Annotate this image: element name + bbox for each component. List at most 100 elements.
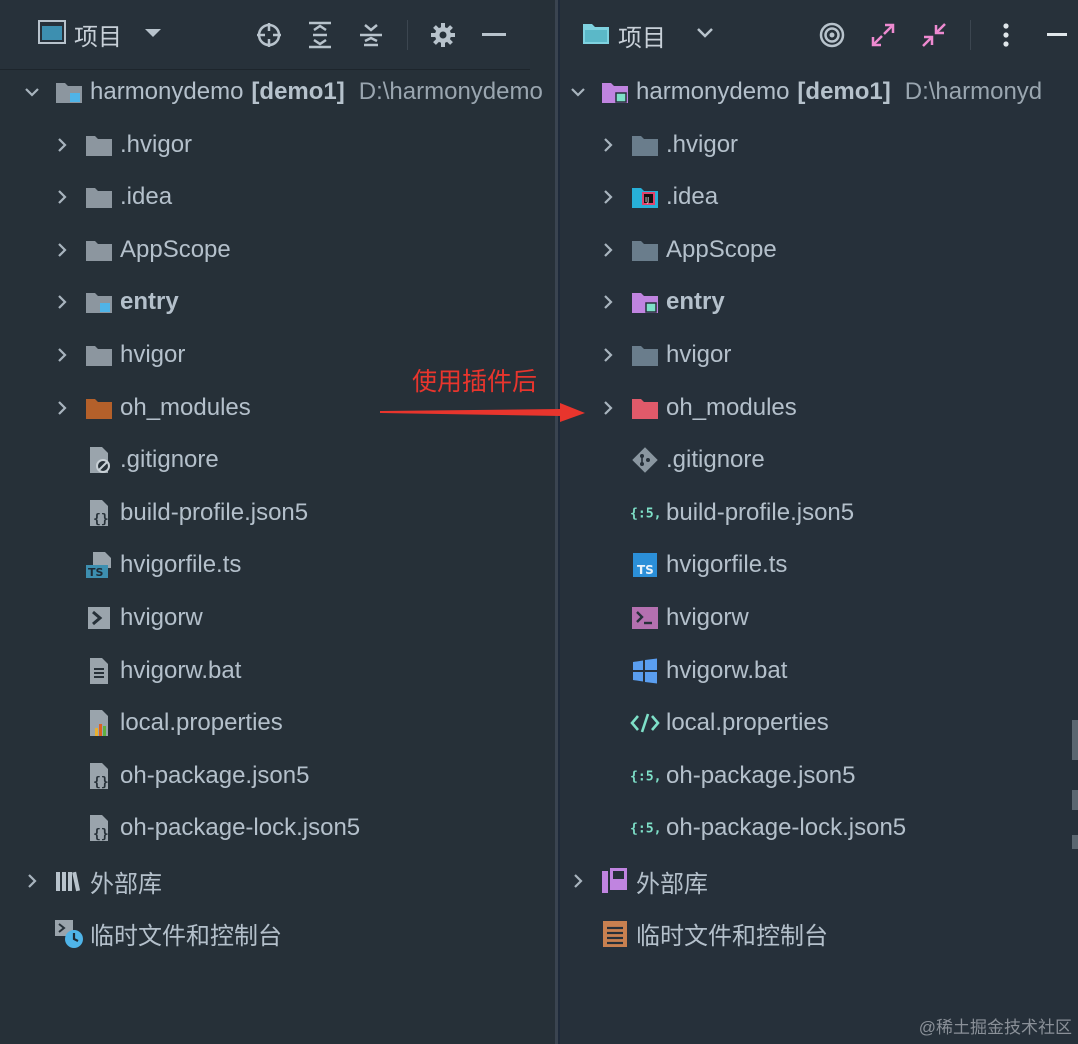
ts-file-icon: TS — [84, 550, 114, 580]
tree-item-local-properties[interactable]: local.properties — [596, 697, 829, 749]
tree-item-hvigor[interactable]: .hvigor — [50, 119, 192, 171]
tree-item-idea[interactable]: IJ .idea — [596, 171, 718, 223]
tree-item-external-libraries[interactable]: 外部库 — [20, 855, 162, 907]
watermark: @稀土掘金技术社区 — [918, 1018, 1072, 1037]
item-label: .gitignore — [666, 446, 765, 474]
chevron-right-icon[interactable] — [50, 396, 74, 420]
item-label: oh_modules — [120, 393, 251, 421]
dropdown-caret-icon[interactable] — [144, 26, 162, 44]
item-label: .hvigor — [120, 130, 193, 158]
project-view-icon — [38, 20, 66, 49]
tree-item-hvigorw-bat[interactable]: hvigorw.bat — [50, 645, 241, 697]
scratches-icon — [54, 919, 84, 949]
folder-icon — [630, 130, 660, 160]
tree-item-oh-package-json5[interactable]: {:5,} oh-package.json5 — [596, 750, 855, 802]
collapse-all-icon[interactable] — [356, 20, 386, 50]
item-label: hvigorw — [120, 604, 203, 631]
chevron-right-icon[interactable] — [596, 290, 620, 314]
edge-fragment — [1072, 835, 1078, 849]
chevron-right-icon[interactable] — [596, 133, 620, 157]
chevron-right-icon[interactable] — [596, 396, 620, 420]
chevron-right-icon[interactable] — [50, 238, 74, 262]
tree-item-hvigor[interactable]: hvigor — [596, 329, 731, 381]
expand-icon[interactable] — [868, 20, 898, 50]
item-label: AppScope — [666, 235, 777, 263]
item-label: .idea — [120, 183, 173, 211]
settings-icon[interactable] — [428, 20, 458, 50]
minimize-icon[interactable] — [1042, 20, 1072, 50]
item-label: hvigorw.bat — [120, 656, 242, 684]
chevron-right-icon[interactable] — [566, 869, 590, 893]
chevron-right-icon[interactable] — [50, 343, 74, 367]
svg-text:{:5,}: {:5,} — [630, 769, 660, 784]
item-label: .idea — [666, 183, 719, 211]
tree-item-build-profile-json5[interactable]: {} build-profile.json5 — [50, 487, 308, 539]
item-label: oh-package-lock.json5 — [666, 814, 907, 842]
left-toolbar-title[interactable]: 项目 — [74, 17, 122, 52]
tree-item-local-properties[interactable]: local.properties — [50, 697, 283, 749]
folder-icon — [84, 182, 114, 212]
chevron-right-icon[interactable] — [50, 133, 74, 157]
collapse-icon[interactable] — [919, 20, 949, 50]
windows-file-icon — [630, 656, 660, 686]
chevron-right-icon[interactable] — [596, 185, 620, 209]
excluded-folder-icon — [84, 393, 114, 423]
svg-text:{}: {} — [93, 827, 109, 842]
tree-item-oh-modules[interactable]: oh_modules — [596, 382, 797, 434]
tree-item-hvigorw-bat[interactable]: hvigorw.bat — [596, 645, 787, 697]
chevron-down-icon[interactable] — [696, 26, 714, 44]
tree-item-oh-package-json5[interactable]: {} oh-package.json5 — [50, 750, 309, 802]
chevron-down-icon[interactable] — [20, 80, 44, 104]
tree-item-gitignore[interactable]: .gitignore — [596, 434, 765, 486]
tree-item-hvigorw[interactable]: hvigorw — [50, 592, 203, 644]
chevron-right-icon[interactable] — [50, 185, 74, 209]
minimize-icon[interactable] — [479, 20, 509, 50]
tree-item-appscope[interactable]: AppScope — [596, 224, 777, 276]
right-project-panel: 项目 harmonydemo [demo1] D:\harmonyd .hvigor I… — [558, 0, 1078, 1044]
tree-item-hvigor[interactable]: hvigor — [50, 329, 185, 381]
chevron-right-icon[interactable] — [20, 869, 44, 893]
json5-file-icon: {:5,} — [630, 761, 660, 791]
tree-item-build-profile-json5[interactable]: {:5,} build-profile.json5 — [596, 487, 854, 539]
tree-item-scratches[interactable]: 临时文件和控制台 — [566, 908, 828, 960]
tree-item-external-libraries[interactable]: 外部库 — [566, 855, 708, 907]
tree-item-idea[interactable]: .idea — [50, 171, 172, 223]
excluded-folder-icon — [630, 393, 660, 423]
svg-text:{:5,}: {:5,} — [630, 822, 660, 837]
chevron-right-icon[interactable] — [50, 290, 74, 314]
locate-icon[interactable] — [254, 20, 284, 50]
tree-item-scratches[interactable]: 临时文件和控制台 — [20, 908, 282, 960]
item-label: hvigor — [666, 341, 732, 368]
item-label: harmonydemo — [90, 78, 244, 105]
item-label: hvigorfile.ts — [666, 551, 788, 579]
left-toolbar: 项目 — [0, 0, 530, 70]
tree-item-hvigor[interactable]: .hvigor — [596, 119, 738, 171]
expand-all-icon[interactable] — [305, 20, 335, 50]
item-label: 临时文件和控制台 — [90, 923, 282, 951]
right-toolbar-title[interactable]: 项目 — [618, 18, 666, 53]
chevron-down-icon[interactable] — [566, 80, 590, 104]
tree-item-hvigorw[interactable]: hvigorw — [596, 592, 749, 644]
tree-item-entry[interactable]: entry — [50, 276, 179, 328]
tree-item-appscope[interactable]: AppScope — [50, 224, 231, 276]
svg-text:TS: TS — [88, 566, 104, 579]
tree-root-harmonydemo[interactable]: harmonydemo [demo1] D:\harmonyd — [566, 66, 1042, 118]
tree-item-hvigorfile-ts[interactable]: TS hvigorfile.ts — [50, 539, 241, 591]
chevron-right-icon[interactable] — [596, 238, 620, 262]
tree-item-hvigorfile-ts[interactable]: TS hvigorfile.ts — [596, 539, 787, 591]
tree-item-oh-package-lock-json5[interactable]: {} oh-package-lock.json5 — [50, 802, 360, 854]
ts-file-icon: TS — [630, 550, 660, 580]
chevron-right-icon[interactable] — [596, 343, 620, 367]
module-folder-icon — [630, 287, 660, 317]
tree-item-oh-package-lock-json5[interactable]: {:5,} oh-package-lock.json5 — [596, 802, 906, 854]
more-options-icon[interactable] — [991, 20, 1021, 50]
tree-item-entry[interactable]: entry — [596, 276, 725, 328]
item-label: hvigorfile.ts — [120, 551, 242, 579]
target-icon[interactable] — [817, 20, 847, 50]
tree-root-harmonydemo[interactable]: harmonydemo [demo1] D:\harmonydemo — [20, 66, 543, 118]
tree-item-oh-modules[interactable]: oh_modules — [50, 382, 251, 434]
svg-text:TS: TS — [637, 563, 654, 577]
folder-icon — [84, 130, 114, 160]
item-label: build-profile.json5 — [666, 498, 855, 526]
tree-item-gitignore[interactable]: .gitignore — [50, 434, 219, 486]
